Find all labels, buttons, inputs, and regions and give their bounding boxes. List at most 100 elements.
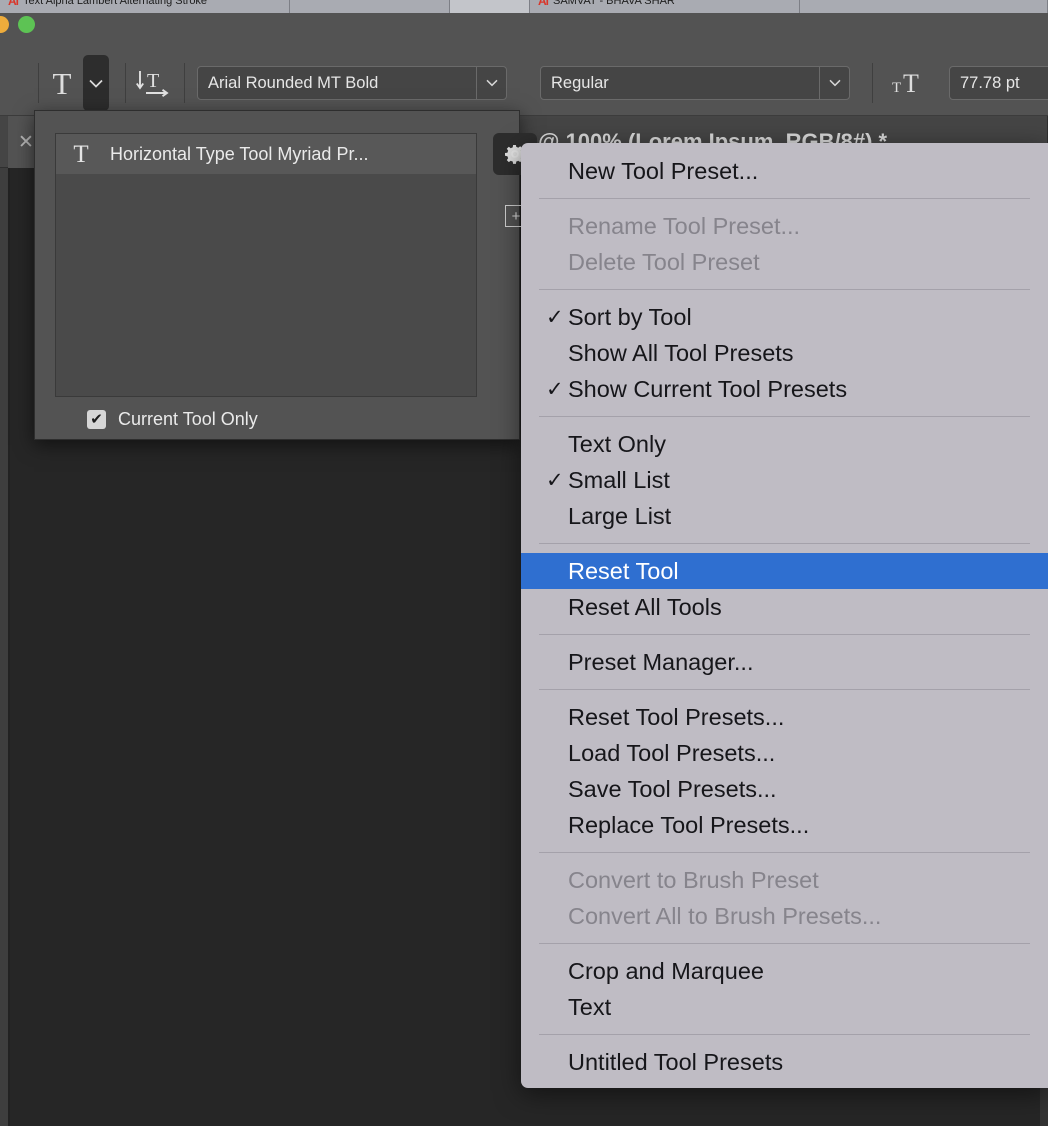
menu-item-label: Delete Tool Preset [568, 248, 760, 275]
toggle-text-orientation-button[interactable]: T [126, 60, 184, 106]
background-tab[interactable] [290, 0, 450, 13]
toggle-text-orientation-icon: T [136, 70, 169, 97]
menu-separator [539, 689, 1030, 690]
menu-item: Rename Tool Preset... [521, 208, 1048, 244]
font-size-value: 77.78 pt [960, 73, 1020, 92]
menu-item: Delete Tool Preset [521, 244, 1048, 280]
menu-item-label: Rename Tool Preset... [568, 212, 801, 239]
current-tool-only-label: Current Tool Only [118, 409, 258, 429]
type-tool-icon: T [73, 140, 89, 168]
font-size-icon: T T [887, 61, 937, 105]
svg-text:T: T [892, 80, 901, 96]
menu-item[interactable]: Text [521, 989, 1048, 1025]
menu-item[interactable]: Text Only [521, 426, 1048, 462]
illustrator-icon: Ai [538, 0, 549, 8]
tool-preset-list-item[interactable]: T Horizontal Type Tool Myriad Pr... [56, 134, 476, 174]
menu-item[interactable]: Reset Tool [521, 553, 1048, 589]
background-tab-label: Text Alpha Lambert Alternating Stroke [23, 0, 208, 7]
menu-item[interactable]: ✓ Sort by Tool [521, 299, 1048, 335]
menu-item-label: Reset Tool [568, 557, 679, 584]
menu-separator [539, 1034, 1030, 1035]
menu-item-label: Crop and Marquee [568, 957, 764, 984]
current-tool-only-checkbox[interactable]: ✔ [87, 410, 106, 429]
menu-item-label: New Tool Preset... [568, 157, 759, 184]
menu-item-label: Preset Manager... [568, 648, 754, 675]
menu-item-label: Show Current Tool Presets [568, 375, 848, 402]
menu-item[interactable]: Crop and Marquee [521, 953, 1048, 989]
tool-preset-list[interactable]: T Horizontal Type Tool Myriad Pr... [55, 133, 477, 397]
illustrator-icon: Ai [8, 0, 19, 8]
menu-separator [539, 416, 1030, 417]
background-tab[interactable]: Ai Text Alpha Lambert Alternating Stroke [0, 0, 290, 13]
font-family-value: Arial Rounded MT Bold [208, 73, 379, 92]
font-style-value: Regular [551, 73, 609, 92]
menu-item[interactable]: Load Tool Presets... [521, 735, 1048, 771]
svg-text:T: T [903, 69, 919, 98]
type-tool-icon[interactable]: T [39, 61, 85, 105]
menu-item[interactable]: Large List [521, 498, 1048, 534]
tool-preset-popup: T Horizontal Type Tool Myriad Pr... ✔ Cu… [34, 110, 520, 440]
menu-item[interactable]: Show All Tool Presets [521, 335, 1048, 371]
menu-item-label: Untitled Tool Presets [568, 1048, 784, 1075]
menu-item[interactable]: Replace Tool Presets... [521, 807, 1048, 843]
type-tool-glyph: T [52, 65, 72, 101]
divider [8, 168, 10, 1126]
menu-separator [539, 198, 1030, 199]
minimize-button[interactable] [0, 15, 9, 33]
plus-icon: + [511, 207, 521, 225]
current-tool-only-row[interactable]: ✔ Current Tool Only [87, 409, 258, 430]
menu-item[interactable]: Reset All Tools [521, 589, 1048, 625]
font-style-select[interactable]: Regular [540, 66, 850, 100]
menu-item[interactable]: ✓ Small List [521, 462, 1048, 498]
chevron-down-icon[interactable] [476, 67, 506, 99]
chevron-down-icon[interactable] [819, 67, 849, 99]
menu-item[interactable]: New Tool Preset... [521, 153, 1048, 189]
check-icon: ✓ [546, 305, 564, 329]
font-size-input[interactable]: 77.78 pt [949, 66, 1048, 100]
left-dock-rail [0, 168, 8, 1126]
background-tab[interactable] [450, 0, 530, 13]
background-app-tabstrip: Ai Text Alpha Lambert Alternating Stroke… [0, 0, 1048, 13]
menu-item[interactable]: ✓ Show Current Tool Presets [521, 371, 1048, 407]
menu-item[interactable]: Save Tool Presets... [521, 771, 1048, 807]
options-bar: T T Arial Rounded MT Bold Regular T T 77… [0, 51, 1048, 116]
tool-preset-picker-button[interactable] [83, 55, 109, 111]
tool-preset-context-menu[interactable]: New Tool Preset... Rename Tool Preset... D… [521, 143, 1048, 1088]
tool-preset-label: Horizontal Type Tool Myriad Pr... [110, 143, 369, 164]
menu-item-label: Convert All to Brush Presets... [568, 902, 882, 929]
zoom-button[interactable] [18, 15, 35, 33]
menu-item-label: Sort by Tool [568, 303, 692, 330]
divider [184, 63, 185, 103]
check-icon: ✓ [546, 377, 564, 401]
window-traffic-lights [0, 13, 35, 35]
menu-separator [539, 634, 1030, 635]
menu-item-label: Large List [568, 502, 672, 529]
menu-item-label: Text [568, 993, 612, 1020]
menu-item-label: Reset All Tools [568, 593, 722, 620]
check-icon: ✓ [546, 468, 564, 492]
menu-item-label: Small List [568, 466, 670, 493]
menu-item: Convert to Brush Preset [521, 862, 1048, 898]
chevron-down-icon [89, 79, 103, 88]
menu-item[interactable]: Preset Manager... [521, 644, 1048, 680]
window-titlebar [0, 13, 1048, 51]
menu-item[interactable]: Untitled Tool Presets [521, 1044, 1048, 1080]
menu-item: Convert All to Brush Presets... [521, 898, 1048, 934]
background-tab[interactable] [800, 0, 1048, 13]
menu-item-label: Reset Tool Presets... [568, 703, 785, 730]
background-tab-label: SAMVAT - BHAVA SHAR [553, 0, 675, 7]
background-tab[interactable]: Ai SAMVAT - BHAVA SHAR [530, 0, 800, 13]
menu-separator [539, 852, 1030, 853]
menu-item-label: Show All Tool Presets [568, 339, 794, 366]
menu-item-label: Save Tool Presets... [568, 775, 777, 802]
menu-item-label: Load Tool Presets... [568, 739, 776, 766]
menu-separator [539, 943, 1030, 944]
menu-item-label: Text Only [568, 430, 666, 457]
menu-item-label: Convert to Brush Preset [568, 866, 819, 893]
menu-separator [539, 543, 1030, 544]
menu-item[interactable]: Reset Tool Presets... [521, 699, 1048, 735]
photoshop-window: Ai Text Alpha Lambert Alternating Stroke… [0, 0, 1048, 1126]
close-icon[interactable]: ✕ [18, 133, 34, 152]
font-family-select[interactable]: Arial Rounded MT Bold [197, 66, 507, 100]
menu-item-label: Replace Tool Presets... [568, 811, 810, 838]
